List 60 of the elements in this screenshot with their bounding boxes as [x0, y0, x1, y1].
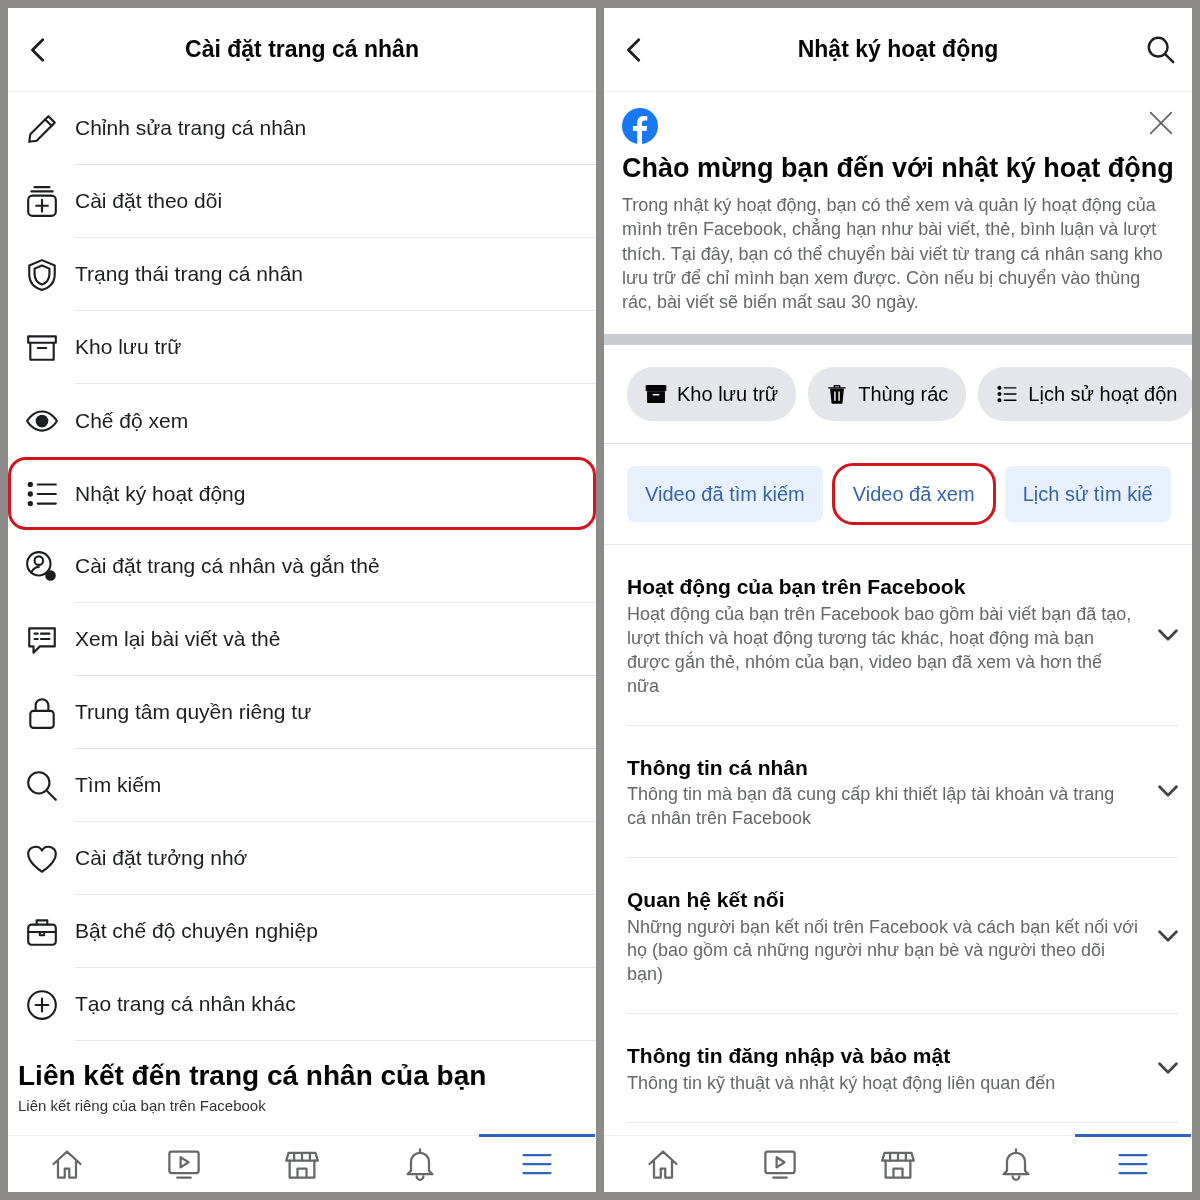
category-description: Thông tin kỹ thuật và nhật ký hoạt động liên quan đến [627, 1071, 1057, 1095]
chevron-down-icon [1158, 785, 1178, 798]
menu-item[interactable]: Trạng thái trang cá nhân [8, 238, 596, 311]
category-title: Thông tin đăng nhập và bảo mật [627, 1043, 952, 1070]
menu-label: Nhật ký hoạt động [75, 480, 246, 507]
menu-item[interactable]: Nhật ký hoạt động [8, 457, 596, 530]
filter-chip[interactable]: Lịch sử tìm kiế [1004, 466, 1171, 523]
section-subtitle: Liên kết riêng của bạn trên Facebook [18, 1097, 267, 1115]
trash-icon [826, 383, 849, 406]
category-title: Thông tin cá nhân [627, 754, 809, 781]
menu-label: Cài đặt theo dõi [75, 188, 223, 215]
category-title: Quan hệ kết nối [627, 887, 786, 914]
action-chip[interactable]: Lịch sử hoạt độn [978, 367, 1192, 422]
screen-title: Nhật ký hoạt động [796, 35, 1000, 65]
archive-icon [645, 383, 667, 406]
welcome-title: Chào mừng bạn đến với nhật ký hoạt động [622, 152, 1174, 185]
menu-item[interactable]: Tìm kiếm [8, 749, 596, 822]
category-item[interactable]: Quan hệ kết nối Những người bạn kết nối trên Facebook và cách bạn kết nối với họ (bao gồm cả những người như bạn bè và người theo dõi bạn) [627, 858, 1178, 1015]
menu-item[interactable]: Chế độ xem [8, 384, 596, 457]
menu-label: Xem lại bài viết và thẻ [75, 626, 281, 653]
menu-item[interactable]: Tạo trang cá nhân khác [8, 968, 596, 1041]
category-item[interactable]: Thông tin cá nhân Thông tin mà bạn đã cung cấp khi thiết lập tài khoản và trang cá nhân trên Facebook [627, 725, 1178, 859]
menu-label: Bật chế độ chuyên nghiệp [75, 918, 318, 945]
category-item[interactable]: Thông tin đăng nhập và bảo mật Thông tin kỹ thuật và nhật ký hoạt động liên quan đến [627, 1014, 1178, 1123]
menu-label: Kho lưu trữ [75, 334, 182, 361]
menu-item[interactable]: Cài đặt trang cá nhân và gắn thẻ [8, 530, 596, 603]
menu-label: Cài đặt trang cá nhân và gắn thẻ [75, 553, 380, 580]
category-description: Những người bạn kết nối trên Facebook và cách bạn kết nối với họ (bao gồm cả những người như bạn bè và người theo dõi bạn) [627, 915, 1138, 987]
menu-item[interactable]: Chỉnh sửa trang cá nhân [8, 92, 596, 165]
chevron-down-icon [1158, 1062, 1178, 1075]
action-chip[interactable]: Thùng rác [808, 367, 967, 422]
screen-title: Cài đặt trang cá nhân [184, 35, 420, 65]
menu-item[interactable]: Cài đặt theo dõi [8, 165, 596, 238]
plus-circle-icon [24, 987, 59, 1022]
menu-label: Trạng thái trang cá nhân [75, 261, 304, 288]
category-title: Hoạt động của bạn trên Facebook [627, 574, 967, 601]
welcome-text: Trong nhật ký hoạt động, bạn có thể xem và quản lý hoạt động của mình trên Facebook, chẳng hạn như bài viết, thẻ, bình luận và lượt thích. Tại đây, bạn có thể chuyển bài viết từ trang cá nhân sang kho lưu trữ để chỉ mình bạn xem được. Còn nếu bị chuyển vào thùng rác, bài viết sẽ biến mất sau 30 ngày. [622, 193, 1164, 315]
menu-label: Trung tâm quyền riêng tư [75, 699, 312, 726]
category-description: Hoạt động của bạn trên Facebook bao gồm bài viết bạn đã tạo, lượt thích và hoạt động tương tác khác, hoạt động mà bạn được gắn thẻ, nhóm của bạn, video bạn đã xem và hơn thế nữa [627, 602, 1133, 698]
chevron-down-icon [1158, 629, 1178, 642]
menu-item[interactable]: Kho lưu trữ [8, 311, 596, 384]
menu-label: Chỉnh sửa trang cá nhân [75, 115, 307, 142]
search-icon [24, 768, 59, 803]
menu-item[interactable]: Xem lại bài viết và thẻ [8, 603, 596, 676]
menu-item[interactable]: Bật chế độ chuyên nghiệp [8, 895, 596, 968]
menu-label: Chế độ xem [75, 407, 189, 434]
chevron-down-icon [1158, 929, 1178, 942]
logo-icon [622, 108, 658, 144]
menu-label: Cài đặt tưởng nhớ [75, 845, 248, 872]
menu-item[interactable]: Cài đặt tưởng nhớ [8, 822, 596, 895]
filter-chip[interactable]: Video đã xem [834, 466, 993, 523]
section-title: Liên kết đến trang cá nhân của bạn [18, 1059, 488, 1093]
category-description: Thông tin mà bạn đã cung cấp khi thiết lập tài khoản và trang cá nhân trên Facebook [627, 783, 1116, 831]
filter-chip[interactable]: Video đã tìm kiếm [627, 466, 823, 523]
add-stack-icon [24, 184, 59, 219]
menu-item[interactable]: Trung tâm quyền riêng tư [8, 676, 596, 749]
menu-label: Tạo trang cá nhân khác [75, 991, 296, 1018]
action-chip[interactable]: Kho lưu trữ [627, 367, 797, 422]
search-icon[interactable] [1146, 34, 1176, 65]
menu-label: Tìm kiếm [75, 772, 162, 799]
